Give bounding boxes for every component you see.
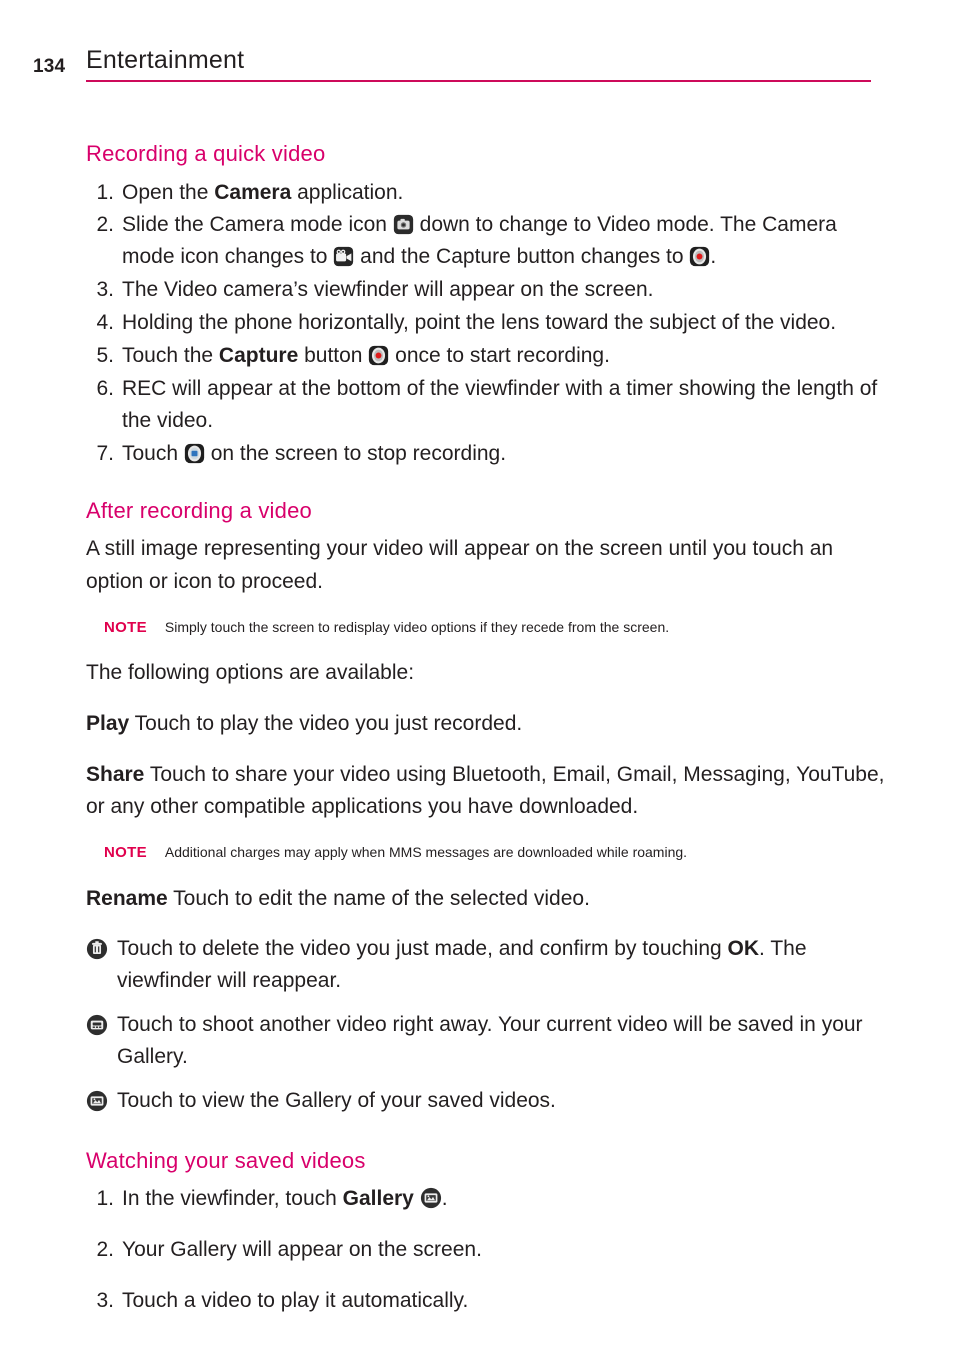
- list-item-text: The Video camera’s viewfinder will appea…: [122, 278, 654, 302]
- list-item-text: Touch the Capture button once to start r…: [122, 344, 610, 368]
- list-item-text: Touch to view the Gallery of your saved …: [117, 1089, 556, 1113]
- list-item-text: Touch to delete the video you just made,…: [117, 937, 807, 993]
- list-marker: 1.: [96, 180, 114, 204]
- list-item-text: Touch a video to play it automatically.: [122, 1289, 469, 1313]
- list-item: 2. Slide the Camera mode icon down to cha…: [86, 209, 886, 273]
- list-item: 6. REC will appear at the bottom of the v…: [86, 373, 886, 437]
- icon-options-list: Touch to delete the video you just made,…: [86, 933, 886, 1117]
- list-item: 2. Your Gallery will appear on the screen…: [86, 1234, 886, 1266]
- watching-steps-list: 1. In the viewfinder, touch Gallery . 2. Yo…: [86, 1183, 886, 1317]
- list-marker: 1.: [96, 1187, 114, 1211]
- list-marker: 3.: [96, 278, 114, 302]
- options-lead-in: The following options are available:: [86, 661, 415, 685]
- emphasis-text: OK: [727, 937, 760, 961]
- list-item: 5. Touch the Capture button once to start…: [86, 340, 886, 372]
- emphasis-text: Play: [86, 711, 130, 735]
- list-marker: 4.: [96, 311, 114, 335]
- list-item-text: Slide the Camera mode icon down to chang…: [122, 213, 837, 269]
- emphasis-text: Capture: [218, 344, 299, 368]
- page-content: Recording a quick video 1. Open the Camer…: [86, 140, 886, 1336]
- list-item-text: Holding the phone horizontally, point th…: [122, 311, 837, 335]
- list-marker: 2.: [96, 1238, 114, 1262]
- list-marker: 6.: [96, 376, 114, 400]
- list-item: Touch to delete the video you just made,…: [86, 933, 886, 997]
- page-title: Entertainment: [86, 46, 245, 74]
- section-heading-recording: Recording a quick video: [86, 141, 326, 166]
- option-play: Play Touch to play the video you just re…: [86, 711, 523, 735]
- list-item: 3. Touch a video to play it automatically…: [86, 1285, 886, 1317]
- list-item-text: Open the Camera application.: [122, 180, 404, 204]
- list-marker: 5.: [96, 344, 114, 368]
- list-item: Touch to shoot another video right away.…: [86, 1009, 886, 1073]
- list-item-text: Your Gallery will appear on the screen.: [122, 1238, 482, 1262]
- option-rename: Rename Touch to edit the name of the sel…: [86, 886, 590, 910]
- recording-steps-list: 1. Open the Camera application. 2. Slide th…: [86, 177, 886, 470]
- list-item: 1. In the viewfinder, touch Gallery .: [86, 1183, 886, 1215]
- note-mms-charges: NOTE Additional charges may apply when MM…: [86, 842, 886, 865]
- delete-trash-icon: [86, 938, 108, 960]
- video-mode-icon: [333, 246, 354, 267]
- note-redisplay-options: NOTE Simply touch the screen to redisplay…: [86, 617, 886, 640]
- stop-recording-icon: [184, 443, 205, 464]
- emphasis-text: Rename: [86, 886, 168, 910]
- record-capture-icon: [368, 345, 389, 366]
- gallery-icon: [420, 1187, 442, 1209]
- list-marker: 2.: [96, 213, 114, 237]
- camera-mode-icon: [393, 214, 414, 235]
- emphasis-text: Share: [86, 762, 145, 786]
- record-capture-icon: [689, 246, 710, 267]
- note-text: Additional charges may apply when MMS me…: [164, 844, 688, 861]
- list-item-text: REC will appear at the bottom of the vie…: [122, 376, 878, 432]
- note-label: NOTE: [104, 844, 147, 862]
- section-heading-watching: Watching your saved videos: [86, 1147, 366, 1173]
- list-marker: 3.: [96, 1289, 114, 1313]
- list-item-text: Touch to shoot another video right away.…: [117, 1013, 863, 1069]
- list-item-text: In the viewfinder, touch Gallery .: [122, 1187, 448, 1211]
- page-header: 134 Entertainment: [0, 46, 954, 86]
- emphasis-text: Gallery: [342, 1187, 414, 1211]
- manual-page: 134 Entertainment Recording a quick vide…: [0, 0, 954, 1372]
- list-item: 4. Holding the phone horizontally, point …: [86, 307, 886, 339]
- list-item: 3. The Video camera’s viewfinder will app…: [86, 274, 886, 306]
- list-item: 7. Touch on the screen to stop recording.: [86, 438, 886, 470]
- list-item: Touch to view the Gallery of your saved …: [86, 1085, 886, 1117]
- section-heading-after-recording: After recording a video: [86, 497, 312, 523]
- header-rule: [86, 80, 871, 82]
- emphasis-text: Camera: [214, 180, 292, 204]
- after-recording-intro: A still image representing your video wi…: [86, 537, 834, 593]
- option-share: Share Touch to share your video using Bl…: [86, 762, 885, 819]
- gallery-icon: [86, 1090, 108, 1112]
- page-number: 134: [33, 56, 66, 77]
- list-item: 1. Open the Camera application.: [86, 177, 886, 209]
- note-label: NOTE: [104, 618, 147, 636]
- list-item-text: Touch on the screen to stop recording.: [122, 441, 507, 465]
- list-marker: 7.: [96, 441, 114, 465]
- note-text: Simply touch the screen to redisplay vid…: [164, 618, 670, 635]
- shoot-another-video-icon: [86, 1014, 108, 1036]
